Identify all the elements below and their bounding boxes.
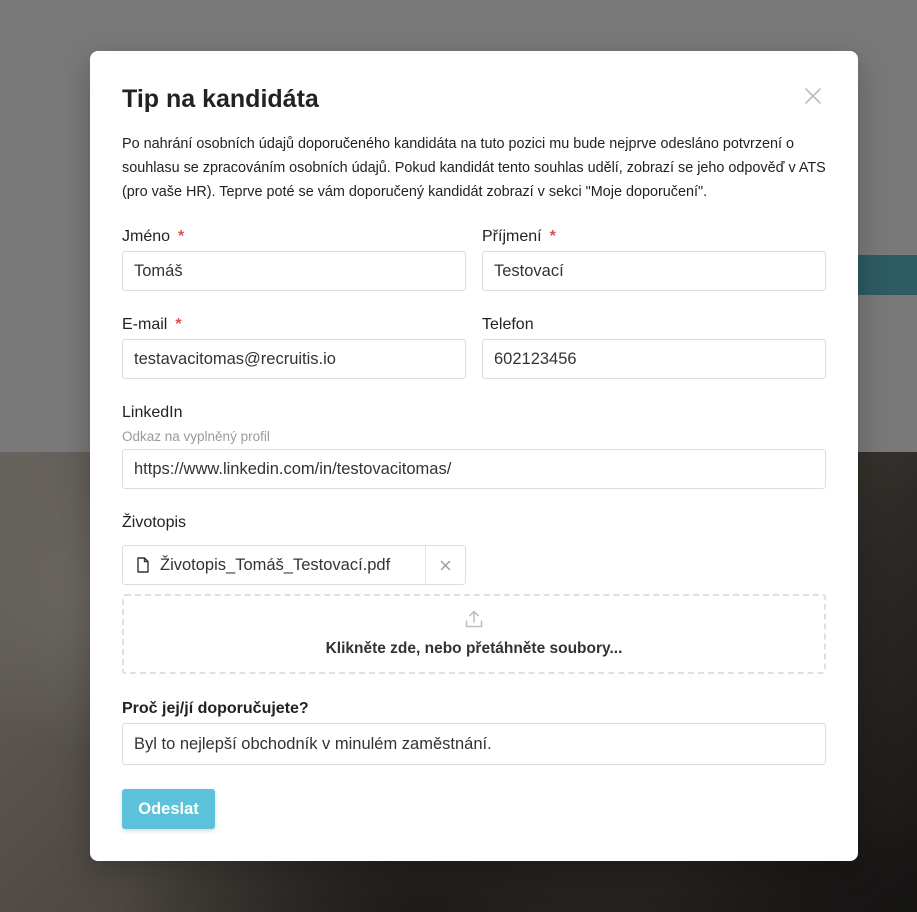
document-icon xyxy=(136,557,150,573)
remove-file-button[interactable] xyxy=(425,546,465,584)
candidate-tip-modal: Tip na kandidáta Po nahrání osobních úda… xyxy=(90,51,858,861)
required-mark: * xyxy=(178,228,185,245)
phone-label: Telefon xyxy=(482,316,534,333)
email-label-text: E-mail xyxy=(122,316,168,333)
cv-label: Životopis xyxy=(122,514,187,531)
required-mark: * xyxy=(175,316,182,333)
modal-title: Tip na kandidáta xyxy=(122,85,319,113)
uploaded-file-chip: Životopis_Tomáš_Testovací.pdf xyxy=(122,545,466,585)
close-icon xyxy=(440,560,451,570)
email-label: E-mail * xyxy=(122,316,182,334)
close-icon xyxy=(805,88,821,104)
reason-label: Proč jej/jí doporučujete? xyxy=(122,700,309,717)
first-name-label: Jméno * xyxy=(122,228,184,246)
upload-icon xyxy=(465,610,483,628)
reason-input[interactable] xyxy=(122,723,826,765)
last-name-label: Příjmení * xyxy=(482,228,556,246)
linkedin-hint: Odkaz na vyplněný profil xyxy=(122,429,270,444)
email-input[interactable] xyxy=(122,339,466,379)
modal-intro-text: Po nahrání osobních údajů doporučeného k… xyxy=(122,136,826,200)
required-mark: * xyxy=(549,228,556,245)
phone-input[interactable] xyxy=(482,339,826,379)
file-dropzone[interactable]: Klikněte zde, nebo přetáhněte soubory... xyxy=(122,594,826,674)
linkedin-label: LinkedIn xyxy=(122,404,183,421)
last-name-input[interactable] xyxy=(482,251,826,291)
uploaded-file-name: Životopis_Tomáš_Testovací.pdf xyxy=(160,555,391,574)
first-name-label-text: Jméno xyxy=(122,228,171,245)
submit-button[interactable]: Odeslat xyxy=(122,789,215,829)
last-name-label-text: Příjmení xyxy=(482,228,542,245)
dropzone-text: Klikněte zde, nebo přetáhněte soubory... xyxy=(325,640,623,657)
linkedin-input[interactable] xyxy=(122,449,826,489)
close-button[interactable] xyxy=(803,86,823,106)
first-name-input[interactable] xyxy=(122,251,466,291)
